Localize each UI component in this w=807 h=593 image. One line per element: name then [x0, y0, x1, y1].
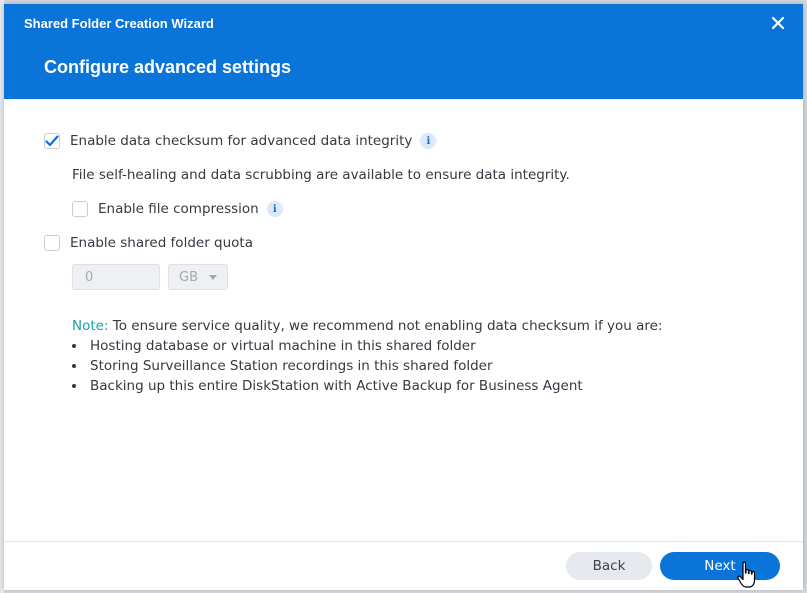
wizard-dialog: Shared Folder Creation Wizard Configure …	[4, 4, 803, 590]
checksum-option: Enable data checksum for advanced data i…	[44, 133, 437, 149]
quota-size-input[interactable]: 0	[72, 264, 160, 290]
window-title: Shared Folder Creation Wizard	[24, 16, 214, 31]
dialog-content: Enable data checksum for advanced data i…	[4, 99, 803, 541]
quota-option: Enable shared folder quota	[44, 235, 253, 251]
dialog-header: Shared Folder Creation Wizard Configure …	[4, 4, 803, 99]
compression-label: Enable file compression	[98, 201, 259, 217]
quota-size-value: 0	[85, 269, 94, 285]
dialog-footer: Back Next	[4, 541, 803, 590]
bullet-icon	[72, 344, 76, 348]
checksum-description: File self-healing and data scrubbing are…	[72, 167, 570, 183]
next-button[interactable]: Next	[660, 552, 780, 580]
page-title: Configure advanced settings	[44, 57, 292, 77]
chevron-down-icon	[209, 274, 217, 280]
bullet-icon	[72, 364, 76, 368]
note-label: Note:	[72, 318, 109, 334]
quota-label: Enable shared folder quota	[70, 235, 253, 251]
bullet-icon	[72, 384, 76, 388]
info-icon[interactable]: i	[420, 133, 437, 149]
list-item: Storing Surveillance Station recordings …	[72, 356, 583, 376]
checksum-checkbox[interactable]	[44, 133, 60, 149]
compression-option: Enable file compression i	[72, 201, 283, 217]
note-text: Note: To ensure service quality, we reco…	[72, 316, 662, 336]
checkmark-icon	[45, 135, 59, 147]
quota-unit-select[interactable]: GB	[168, 264, 228, 290]
quota-checkbox[interactable]	[44, 235, 60, 251]
compression-checkbox[interactable]	[72, 201, 88, 217]
close-icon	[771, 16, 785, 30]
list-item: Backing up this entire DiskStation with …	[72, 376, 583, 396]
quota-unit-value: GB	[179, 269, 198, 285]
checksum-label: Enable data checksum for advanced data i…	[70, 133, 413, 149]
info-icon[interactable]: i	[266, 201, 283, 217]
close-button[interactable]	[769, 14, 787, 32]
list-item: Hosting database or virtual machine in t…	[72, 336, 583, 356]
note-list: Hosting database or virtual machine in t…	[72, 336, 583, 396]
back-button[interactable]: Back	[566, 552, 652, 580]
note-body: To ensure service quality, we recommend …	[108, 318, 663, 334]
